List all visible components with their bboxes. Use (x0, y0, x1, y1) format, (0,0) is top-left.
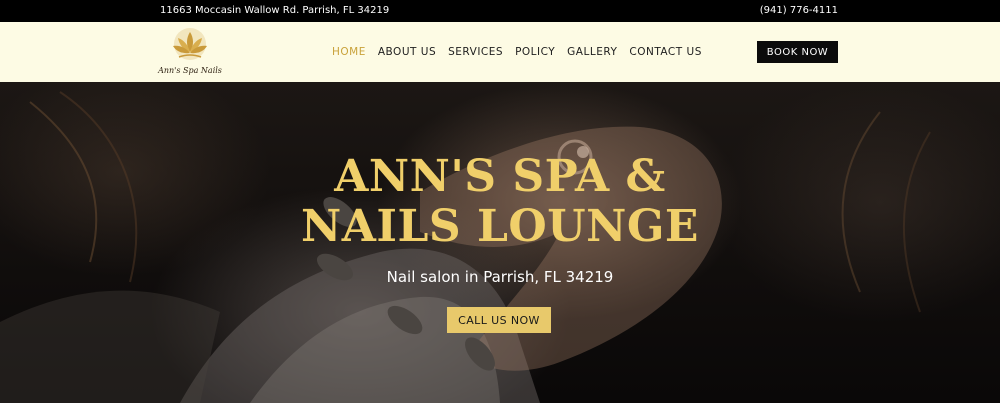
main-navbar: Ann's Spa Nails HOME ABOUT US SERVICES P… (0, 22, 1000, 82)
hero-subtitle: Nail salon in Parrish, FL 34219 (386, 268, 614, 286)
top-info-bar: 11663 Moccasin Wallow Rd. Parrish, FL 34… (0, 0, 1000, 22)
phone-link[interactable]: (941) 776-4111 (760, 0, 838, 22)
book-now-button[interactable]: BOOK NOW (757, 41, 838, 63)
nav-policy[interactable]: POLICY (515, 46, 555, 58)
nav-about-us[interactable]: ABOUT US (378, 46, 436, 58)
hero-title-line-1: ANN'S SPA & (334, 151, 666, 202)
lotus-icon (173, 28, 207, 60)
nav-home[interactable]: HOME (332, 46, 366, 58)
address-text: 11663 Moccasin Wallow Rd. Parrish, FL 34… (160, 5, 390, 16)
hero-title: ANN'S SPA & NAILS LOUNGE (0, 152, 1000, 252)
hero-title-line-2: NAILS LOUNGE (301, 201, 699, 252)
primary-nav: HOME ABOUT US SERVICES POLICY GALLERY CO… (332, 22, 714, 82)
logo-text: Ann's Spa Nails (158, 66, 222, 75)
nav-services[interactable]: SERVICES (448, 46, 503, 58)
hero-section: ANN'S SPA & NAILS LOUNGE Nail salon in P… (0, 82, 1000, 403)
nav-gallery[interactable]: GALLERY (567, 46, 617, 58)
call-us-now-button[interactable]: CALL US NOW (447, 307, 551, 333)
nav-contact-us[interactable]: CONTACT US (629, 46, 701, 58)
site-logo[interactable]: Ann's Spa Nails (155, 26, 225, 80)
